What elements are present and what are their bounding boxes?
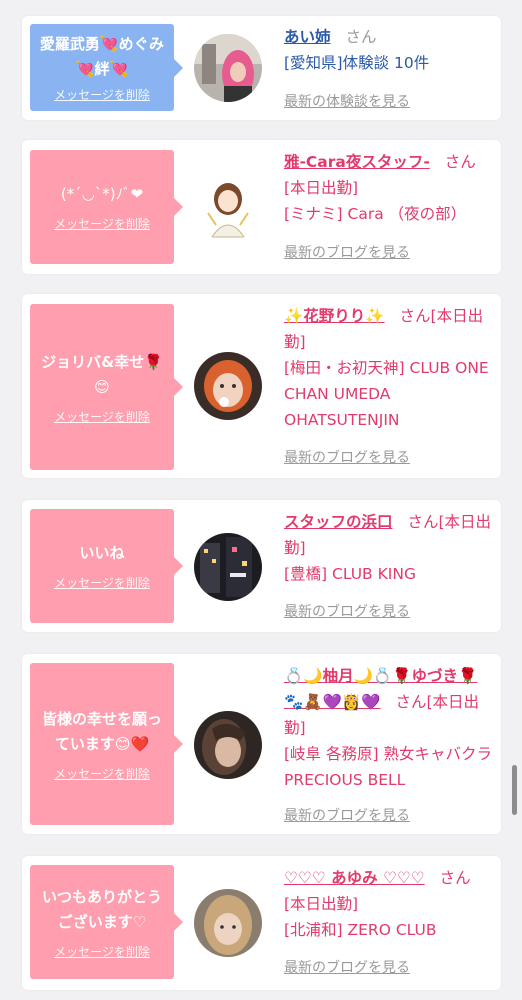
delete-message-link[interactable]: メッセージを削除: [54, 765, 150, 782]
delete-message-link[interactable]: メッセージを削除: [54, 408, 150, 425]
list-item: いつもありがとうございます♡ メッセージを削除 ♡♡♡ あゆみ ♡♡♡ さん[本…: [22, 856, 501, 990]
list-item: ジョリバ&幸せ🌹😊 メッセージを削除 ✨花野りり✨ さん[本日出勤] [梅田・お…: [22, 294, 501, 478]
woman-illustration-icon: [194, 173, 262, 241]
view-latest-link[interactable]: 最新のブログを見る: [284, 242, 410, 262]
list-item: (*´◡`*)ﾉﾞ❤ メッセージを削除 雅-Cara夜スタッフ- さん[本日出勤…: [22, 140, 501, 274]
user-info: 💍🌙柚月🌙💍🌹ゆづき🌹🐾🧸💜👸💜 さん[本日出勤] [岐阜 各務原] 熟女キャバ…: [284, 663, 492, 793]
list-item: 皆様の幸せを願っています😊❤️ メッセージを削除 💍🌙柚月🌙💍🌹ゆづき🌹🐾🧸💜👸…: [22, 654, 501, 834]
message-bubble: ジョリバ&幸せ🌹😊 メッセージを削除: [30, 304, 183, 470]
user-info: ✨花野りり✨ さん[本日出勤] [梅田・お初天神] CLUB ONE CHAN …: [284, 303, 492, 433]
user-detail: [豊橋] CLUB KING: [284, 565, 416, 583]
message-bubble: 愛羅武勇💘めぐみ💘絆💘 メッセージを削除: [30, 24, 183, 111]
message-text: (*´◡`*)ﾉﾞ❤: [60, 185, 144, 203]
list-item: いいね メッセージを削除 スタッフの浜口 さん[本日出勤] [豊橋] CLUB …: [22, 500, 501, 632]
user-info: 雅-Cara夜スタッフ- さん[本日出勤] [ミナミ] Cara （夜の部）: [284, 149, 492, 227]
message-bubble: (*´◡`*)ﾉﾞ❤ メッセージを削除: [30, 150, 183, 264]
view-latest-link[interactable]: 最新のブログを見る: [284, 805, 410, 825]
user-name-link[interactable]: 雅-Cara夜スタッフ-: [284, 153, 430, 171]
user-detail: [ミナミ] Cara （夜の部）: [284, 205, 467, 223]
message-text: いつもありがとうございます♡: [41, 887, 162, 931]
avatar[interactable]: [194, 889, 262, 957]
avatar[interactable]: [194, 533, 262, 601]
user-detail: [北浦和] ZERO CLUB: [284, 921, 437, 939]
user-info: スタッフの浜口 さん[本日出勤] [豊橋] CLUB KING: [284, 509, 492, 587]
honorific: さん: [345, 28, 377, 46]
night-building-photo-icon: [194, 533, 262, 601]
view-latest-link[interactable]: 最新のブログを見る: [284, 447, 410, 467]
message-text: ジョリバ&幸せ🌹😊: [41, 352, 163, 396]
view-latest-link[interactable]: 最新のブログを見る: [284, 601, 410, 621]
delete-message-link[interactable]: メッセージを削除: [54, 943, 150, 960]
list-item: 愛羅武勇💘めぐみ💘絆💘 メッセージを削除 あい姉 さん [愛知県]体験談 10件…: [22, 16, 501, 120]
avatar[interactable]: [194, 34, 262, 102]
view-latest-link[interactable]: 最新の体験談を見る: [284, 91, 410, 111]
scrollbar[interactable]: [512, 765, 517, 815]
delete-message-link[interactable]: メッセージを削除: [54, 574, 150, 591]
message-bubble: 皆様の幸せを願っています😊❤️ メッセージを削除: [30, 663, 183, 825]
woman-photo-blonde-icon: [194, 889, 262, 957]
woman-photo-pink-hair-icon: [194, 34, 262, 102]
user-detail: [梅田・お初天神] CLUB ONE CHAN UMEDA OHATSUTENJ…: [284, 359, 489, 429]
user-name-link[interactable]: ✨花野りり✨: [284, 307, 385, 325]
user-name-link[interactable]: ♡♡♡ あゆみ ♡♡♡: [284, 869, 425, 887]
avatar[interactable]: [194, 352, 262, 420]
user-info: あい姉 さん [愛知県]体験談 10件: [284, 24, 492, 76]
avatar[interactable]: [194, 711, 262, 779]
message-text: 皆様の幸せを願っています😊❤️: [41, 709, 162, 753]
user-info: ♡♡♡ あゆみ ♡♡♡ さん[本日出勤] [北浦和] ZERO CLUB: [284, 865, 492, 943]
user-detail: [岐阜 各務原] 熟女キャバクラ PRECIOUS BELL: [284, 745, 492, 789]
user-name-link[interactable]: あい姉: [284, 28, 331, 46]
delete-message-link[interactable]: メッセージを削除: [54, 86, 150, 103]
message-text: 愛羅武勇💘めぐみ💘絆💘: [39, 35, 165, 78]
woman-photo-orange-hair-icon: [194, 352, 262, 420]
avatar[interactable]: [194, 173, 262, 241]
message-bubble: いつもありがとうございます♡ メッセージを削除: [30, 865, 183, 979]
view-latest-link[interactable]: 最新のブログを見る: [284, 957, 410, 977]
woman-photo-dark-icon: [194, 711, 262, 779]
user-name-link[interactable]: スタッフの浜口: [284, 513, 393, 531]
delete-message-link[interactable]: メッセージを削除: [54, 215, 150, 232]
message-bubble: いいね メッセージを削除: [30, 509, 183, 623]
message-text: いいね: [79, 544, 125, 562]
user-detail: [愛知県]体験談 10件: [284, 54, 430, 72]
